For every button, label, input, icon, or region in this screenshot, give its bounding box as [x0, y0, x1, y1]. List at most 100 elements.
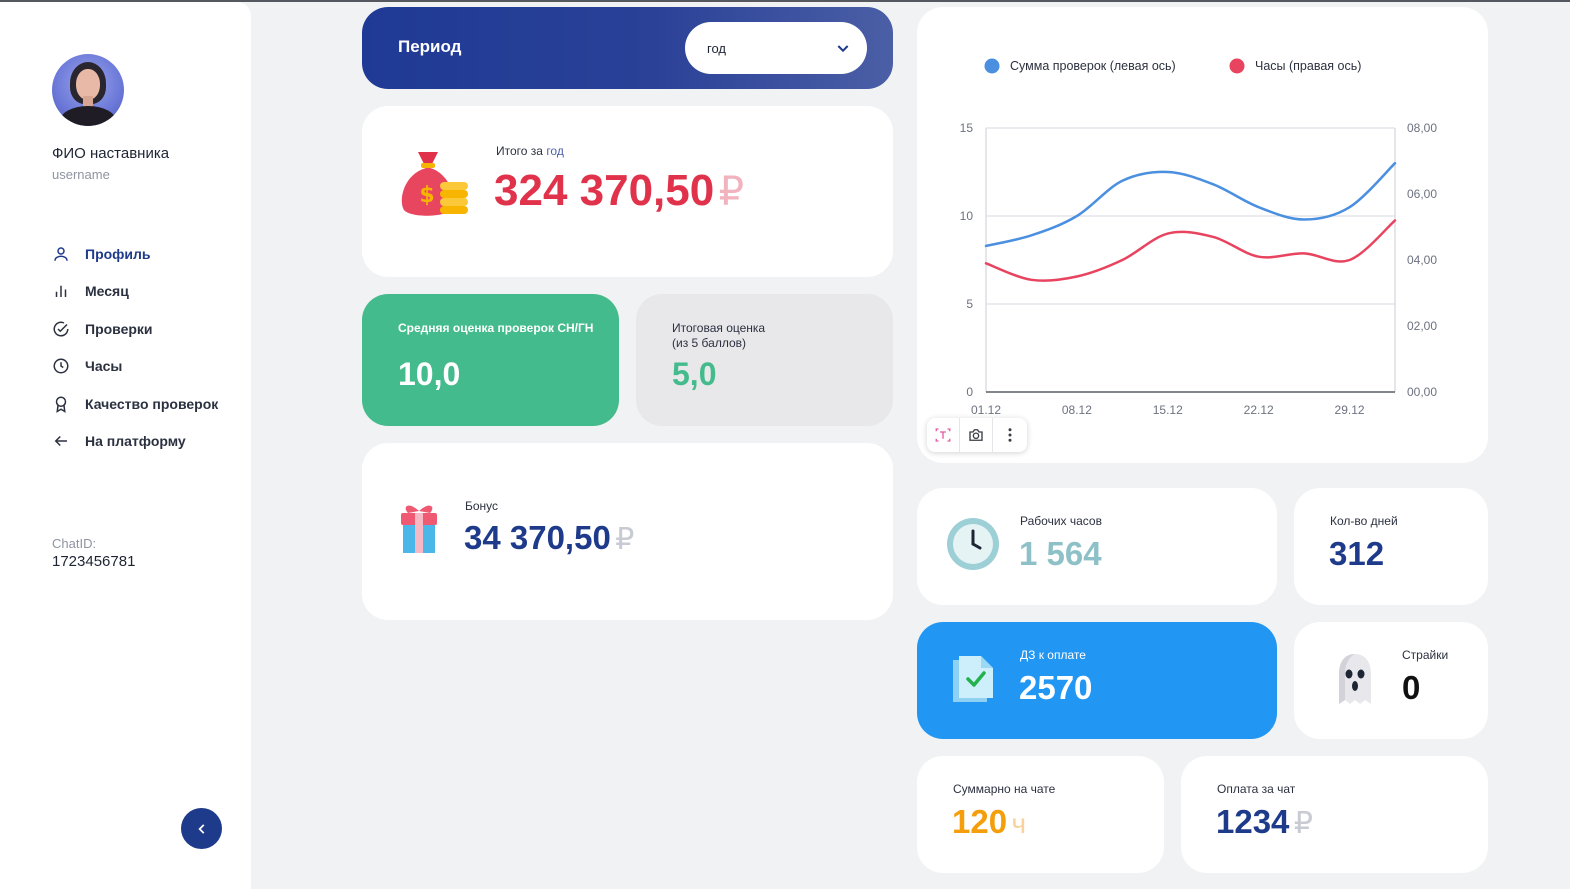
chat-payment-label: Оплата за чат	[1217, 782, 1296, 796]
sidebar-item-quality[interactable]: Качество проверок	[52, 385, 218, 423]
y-left-tick-label: 0	[966, 385, 973, 399]
days-card: Кол-во дней 312	[1294, 488, 1488, 605]
chat-payment-card: Оплата за чат 1234 ₽	[1181, 756, 1488, 873]
chat-id-label: ChatID:	[52, 536, 97, 551]
total-label: Итого за год	[496, 144, 564, 158]
legend-label-2: Часы (правая ось)	[1255, 59, 1361, 73]
avg-score-card: Средняя оценка проверок СН/ГН 10,0	[362, 294, 619, 426]
more-vertical-icon	[1008, 428, 1011, 442]
text-scan-icon	[935, 428, 951, 442]
strikes-card: Страйки 0	[1294, 622, 1488, 739]
legend-marker-1	[984, 58, 1000, 74]
chat-total-amount: 120 ч	[952, 803, 1026, 841]
period-select[interactable]: год	[685, 22, 867, 74]
total-label-prefix: Итого за	[496, 144, 543, 158]
sidebar-item-profile[interactable]: Профиль	[52, 235, 218, 273]
avg-score-label: Средняя оценка проверок СН/ГН	[398, 321, 594, 335]
chat-payment-currency: ₽	[1293, 807, 1313, 840]
total-currency: ₽	[718, 170, 745, 214]
y-right-tick-label: 04,00	[1407, 253, 1437, 267]
sidebar-nav: Профиль Месяц Проверки Часы Качество про…	[52, 235, 218, 460]
chart-card: 0 5 10 15 00,00 02,00 04,00 06,00 08,00 01.12 08.1…	[917, 7, 1488, 463]
bar-chart-icon	[55, 286, 67, 298]
screenshot-button[interactable]	[960, 418, 993, 452]
chevron-left-icon	[197, 823, 204, 834]
y-right-tick-label: 08,00	[1407, 121, 1437, 135]
strikes-label: Страйки	[1402, 648, 1449, 662]
total-value: 324 370,50	[494, 166, 715, 215]
y-left-tick-label: 5	[966, 297, 973, 311]
final-score-label-line1: Итоговая оценка	[672, 321, 766, 335]
award-icon	[55, 396, 67, 413]
x-tick-label: 15.12	[1153, 403, 1183, 417]
sidebar-item-label: На платформу	[85, 433, 186, 450]
x-tick-label: 22.12	[1244, 403, 1274, 417]
total-card: $ Итого за год 324 370,50 ₽	[362, 106, 893, 277]
total-label-period: год	[546, 144, 564, 158]
x-tick-label: 29.12	[1335, 403, 1365, 417]
days-value: 312	[1329, 535, 1385, 572]
avatar[interactable]	[52, 54, 124, 126]
chat-total-unit: ч	[1011, 808, 1027, 839]
check-circle-icon	[53, 321, 69, 337]
period-label: Период	[398, 37, 462, 56]
sidebar-item-label: Качество проверок	[85, 395, 219, 412]
arrow-left-icon	[54, 436, 67, 447]
more-options-button[interactable]	[993, 418, 1026, 452]
line-chart: 0 5 10 15 00,00 02,00 04,00 06,00 08,00 01.12 08.1…	[960, 58, 1437, 417]
y-left-tick-label: 10	[960, 209, 974, 223]
mentor-username: username	[52, 167, 110, 182]
sidebar-item-label: Проверки	[85, 320, 153, 337]
final-score-value: 5,0	[672, 356, 717, 392]
period-panel: Период год	[362, 7, 893, 89]
document-check-icon	[953, 656, 993, 702]
days-label: Кол-во дней	[1330, 514, 1398, 528]
sidebar-item-label: Часы	[85, 358, 123, 375]
sidebar-item-hours[interactable]: Часы	[52, 348, 218, 386]
work-hours-label: Рабочих часов	[1020, 514, 1102, 528]
chat-payment-amount: 1234 ₽	[1216, 803, 1313, 841]
chat-total-card: Суммарно на чате 120 ч	[917, 756, 1164, 873]
legend-marker-2	[1229, 58, 1245, 74]
y-right-tick-label: 06,00	[1407, 187, 1437, 201]
bonus-amount: 34 370,50 ₽	[464, 519, 634, 557]
clock-icon	[53, 358, 69, 374]
avg-score-value: 10,0	[398, 356, 461, 392]
chat-total-label: Суммарно на чате	[953, 782, 1056, 796]
chat-payment-value: 1234	[1216, 803, 1290, 840]
work-hours-value: 1 564	[1019, 535, 1102, 572]
bonus-label: Бонус	[465, 499, 499, 513]
x-tick-label: 01.12	[971, 403, 1001, 417]
legend-label-1: Сумма проверок (левая ось)	[1010, 59, 1176, 73]
text-recognition-button[interactable]	[927, 418, 960, 452]
total-amount: 324 370,50 ₽	[494, 166, 744, 216]
bonus-value: 34 370,50	[464, 519, 611, 556]
collapse-sidebar-button[interactable]	[181, 808, 222, 849]
sidebar-item-platform[interactable]: На платформу	[52, 423, 218, 461]
final-score-label: Итоговая оценка (из 5 баллов)	[672, 321, 765, 351]
x-tick-label: 08.12	[1062, 403, 1092, 417]
clock-icon	[947, 518, 999, 570]
gift-icon	[401, 505, 437, 553]
sidebar-item-label: Месяц	[85, 283, 129, 300]
sidebar-item-label: Профиль	[85, 245, 151, 262]
homework-pay-value: 2570	[1019, 669, 1093, 706]
bonus-card: Бонус 34 370,50 ₽	[362, 443, 893, 620]
sidebar: ФИО наставника username Профиль Месяц Пр…	[0, 2, 251, 889]
chart-toolbar	[927, 418, 1027, 452]
strikes-value: 0	[1402, 669, 1421, 706]
y-left-tick-label: 15	[960, 121, 974, 135]
money-bag-icon: $	[401, 152, 468, 216]
sidebar-item-month[interactable]: Месяц	[52, 273, 218, 311]
homework-pay-card: ДЗ к оплате 2570	[917, 622, 1277, 739]
sidebar-item-checks[interactable]: Проверки	[52, 310, 218, 348]
user-icon	[54, 247, 68, 261]
chevron-down-icon	[837, 45, 849, 53]
chat-id-value: 1723456781	[52, 553, 136, 570]
bonus-currency: ₽	[615, 523, 635, 556]
svg-text:$: $	[419, 183, 434, 208]
period-select-value: год	[707, 40, 726, 56]
y-right-tick-label: 00,00	[1407, 385, 1437, 399]
y-right-tick-label: 02,00	[1407, 319, 1437, 333]
ghost-icon	[1339, 654, 1371, 704]
